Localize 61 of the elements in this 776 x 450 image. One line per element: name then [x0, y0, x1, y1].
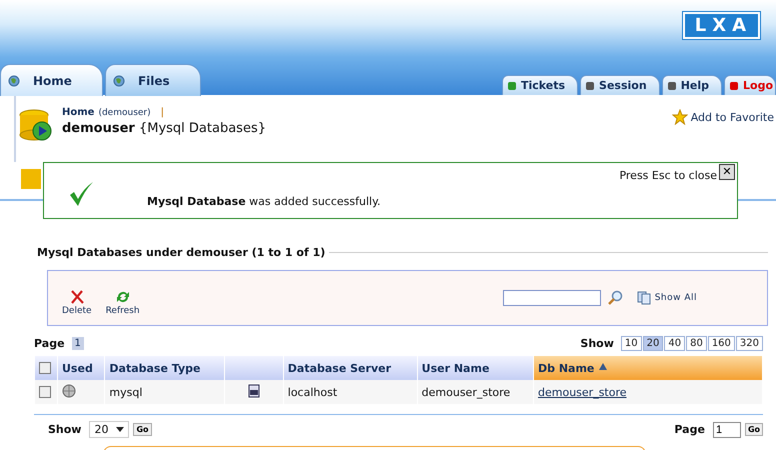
nav-tab[interactable]: Files [104, 64, 201, 96]
column-header [224, 356, 283, 380]
column-header[interactable]: Used [58, 356, 104, 380]
breadcrumb-separator: | [160, 107, 164, 118]
checkbox[interactable] [39, 386, 51, 398]
breadcrumb-user: (demouser) [98, 108, 151, 118]
close-hint: Press Esc to close [619, 169, 717, 182]
caret-icon [116, 426, 124, 432]
search-field[interactable] [502, 290, 601, 306]
column-header[interactable]: User Name [418, 356, 533, 380]
globe-icon [7, 74, 21, 88]
nav-tab[interactable]: Session [580, 75, 660, 95]
column-header[interactable]: Db Name [534, 356, 762, 380]
nav-tab[interactable]: Tickets [502, 75, 578, 95]
cross-icon [68, 288, 85, 304]
page-size-option[interactable]: 20 [642, 336, 664, 350]
checkbox[interactable] [39, 362, 51, 374]
square-icon [586, 82, 594, 90]
page-input[interactable]: 1 [712, 422, 741, 438]
page-size-option[interactable]: 80 [686, 336, 707, 350]
square-icon [508, 82, 516, 90]
checkmark-icon [68, 181, 94, 207]
message-text: Mysql Database was added successfully. [147, 195, 381, 208]
page-size-dropdown[interactable]: 20 [89, 421, 130, 438]
search-icon[interactable] [606, 290, 623, 306]
page-size-option[interactable]: 160 [708, 336, 735, 350]
go-button[interactable]: Go [744, 423, 763, 436]
close-button[interactable]: ✕ [719, 164, 735, 180]
page-subtitle: {Mysql Databases} [138, 121, 266, 136]
server-icon [246, 384, 261, 398]
table-cell: localhost [284, 380, 417, 404]
page-size-option[interactable]: 320 [736, 336, 763, 350]
page-size-option[interactable]: 40 [664, 336, 686, 350]
column-header[interactable]: Database Server [284, 356, 417, 380]
refresh-button[interactable]: Refresh [106, 288, 140, 316]
nav-tab[interactable]: Logo [724, 75, 776, 95]
nav-tab[interactable]: Help [662, 75, 722, 95]
nav-tab[interactable]: Home [0, 64, 103, 96]
square-icon [668, 82, 676, 90]
section-title: Mysql Databases under demouser (1 to 1 of 1) [37, 246, 326, 258]
add-to-favorites-link[interactable]: Add to Favorite [690, 110, 774, 124]
show-all-button[interactable]: Show All [636, 291, 697, 305]
show-label: Show [48, 423, 82, 436]
page-number[interactable]: 1 [72, 336, 84, 350]
page-title: demouser [62, 121, 135, 136]
column-header[interactable]: Database Type [105, 356, 224, 380]
pages-icon [636, 291, 651, 305]
go-button[interactable]: Go [133, 423, 152, 436]
delete-button[interactable]: Delete [62, 288, 92, 316]
sort-ascending-icon [598, 362, 608, 372]
globe-icon [62, 384, 76, 398]
page-label: Page [674, 423, 705, 436]
page-size-option[interactable]: 10 [620, 336, 642, 350]
globe-icon [112, 74, 126, 88]
table-cell: demouser_store [418, 380, 533, 404]
page-label: Page [34, 336, 65, 350]
breadcrumb-link[interactable]: Home [62, 107, 94, 118]
star-icon [672, 109, 688, 125]
logo: LXA [682, 12, 760, 39]
table-cell: mysql [105, 380, 224, 404]
show-label: Show [580, 336, 614, 350]
